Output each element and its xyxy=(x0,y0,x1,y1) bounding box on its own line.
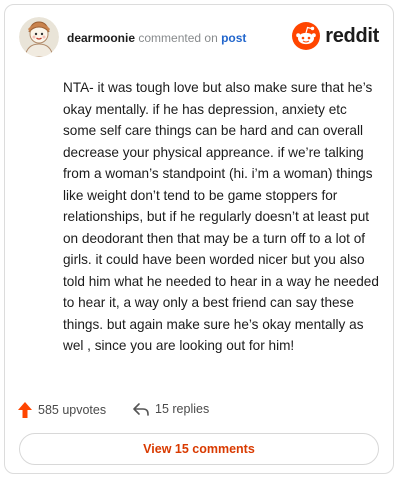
reddit-logo-icon xyxy=(292,22,321,50)
upvote-count: 585 upvotes xyxy=(38,403,107,417)
view-comments-button[interactable]: View 15 comments xyxy=(19,433,379,465)
comment-byline: dearmoonie commented on post xyxy=(67,31,246,45)
comment-card: dearmoonie commented on post reddit NTA-… xyxy=(4,4,394,474)
avatar-icon xyxy=(19,17,59,57)
comment-header: dearmoonie commented on post reddit xyxy=(19,17,379,57)
reply-count: 15 replies xyxy=(155,402,210,416)
post-link[interactable]: post xyxy=(221,31,246,45)
replies-button[interactable]: 15 replies xyxy=(132,401,209,417)
upvote-arrow-icon xyxy=(18,402,32,418)
comment-body: NTA- it was tough love but also make sur… xyxy=(63,80,379,353)
action-text: commented on xyxy=(138,31,218,45)
reply-arrow-icon xyxy=(133,403,149,416)
brand-wordmark: reddit xyxy=(325,24,379,47)
username-link[interactable]: dearmoonie xyxy=(67,31,135,45)
upvote-button[interactable]: 585 upvotes xyxy=(17,401,106,419)
avatar[interactable] xyxy=(19,17,59,57)
reddit-brand[interactable]: reddit xyxy=(292,21,379,51)
comment-actions: 585 upvotes 15 replies xyxy=(17,401,381,423)
